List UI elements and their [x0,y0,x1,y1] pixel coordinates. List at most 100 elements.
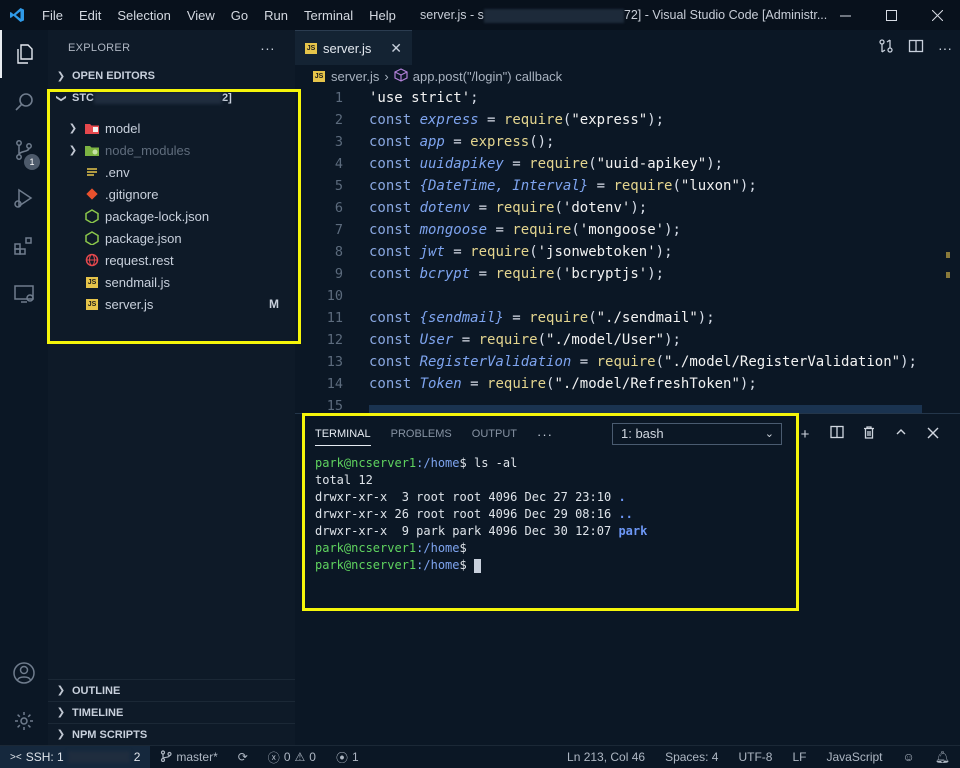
feedback-icon[interactable]: ☺ [893,750,925,764]
line-number: 8 [334,244,343,260]
code-line: 5 const {DateTime, Interval} = require("l… [295,175,960,197]
menu-go[interactable]: Go [223,8,256,23]
status-bar: >< SSH: 1 2 master* ⟳ ⓧ 0 ⚠ 0 ⦿ 1 Ln 213… [0,745,960,768]
run-debug-icon[interactable] [0,174,48,222]
remote-explorer-icon[interactable] [0,270,48,318]
code-line: 6 const dotenv = require('dotenv'); [295,197,960,219]
panel-actions: + [795,423,943,445]
close-panel-icon[interactable] [923,426,943,443]
line-ending[interactable]: LF [782,750,816,764]
code-line: 2 const express = require("express"); [295,109,960,131]
search-icon[interactable] [0,78,48,126]
ports-indicator[interactable]: ⦿ 1 [326,749,369,766]
code-line: 3 const app = express(); [295,131,960,153]
line-number: 4 [334,156,343,172]
timeline-section[interactable]: ❯ TIMELINE [48,701,295,723]
menu-edit[interactable]: Edit [71,8,109,23]
editor-area: JS server.js ✕ ··· JS server.js › app.po… [295,30,960,414]
remote-indicator[interactable]: >< SSH: 1 2 [0,745,151,768]
code-line: 11 const {sendmail} = require("./sendmail… [295,307,960,329]
js-icon: JS [313,70,325,82]
npm-scripts-label: NPM SCRIPTS [72,728,148,741]
antenna-icon: ⦿ [335,750,348,765]
language-mode[interactable]: JavaScript [816,750,892,764]
compare-changes-icon[interactable] [878,38,894,57]
split-terminal-icon[interactable] [827,425,847,443]
maximize-panel-icon[interactable] [891,425,911,443]
outline-section[interactable]: ❯ OUTLINE [48,679,295,701]
js-icon: JS [305,42,317,54]
close-window-button[interactable] [914,0,960,30]
window-controls [822,0,960,30]
branch-name: master* [176,750,218,764]
source-control-icon[interactable]: 1 [0,126,48,174]
remote-label-suffix: 2 [133,750,141,764]
menu-selection[interactable]: Selection [109,8,178,23]
chevron-right-icon: › [384,68,389,84]
window-title: server.js - s 72] - Visual Studio Code [A… [420,0,827,30]
scm-badge: 1 [24,154,40,170]
line-number: 6 [334,200,343,216]
problems-indicator[interactable]: ⓧ 0 ⚠ 0 [258,749,326,766]
breadcrumb-file[interactable]: server.js [331,69,379,84]
editor-tab-bar: JS server.js ✕ ··· [295,30,960,65]
code-line: 7 const mongoose = require('mongoose'); [295,219,960,241]
line-number: 11 [326,310,343,326]
extensions-icon[interactable] [0,222,48,270]
menu-terminal[interactable]: Terminal [296,8,361,23]
sidebar-bottom-sections: ❯ OUTLINE ❯ TIMELINE ❯ NPM SCRIPTS [48,679,295,745]
split-editor-icon[interactable] [908,38,924,57]
cube-icon [394,67,408,85]
menu-help[interactable]: Help [361,8,404,23]
activity-bar: 1 [0,30,48,745]
tab-server-js[interactable]: JS server.js ✕ [295,30,412,65]
account-icon[interactable] [0,649,48,697]
minimize-button[interactable] [822,0,868,30]
error-count: 0 [283,750,291,764]
more-actions-icon[interactable]: ··· [938,40,952,56]
scrollbar-marker [946,252,950,258]
explorer-icon[interactable] [0,30,48,78]
chevron-right-icon: ❯ [56,685,66,696]
activity-bottom [0,649,48,745]
sync-button[interactable]: ⟳ [228,750,258,764]
warning-icon: ⚠ [294,750,306,764]
line-number: 12 [326,332,343,348]
code-line: 14 const Token = require("./model/Refresh… [295,373,960,395]
explorer-header: EXPLORER ··· [48,30,295,65]
breadcrumb: JS server.js › app.post("/login") callba… [295,65,960,87]
chevron-right-icon: ❯ [56,707,66,718]
line-number: 1 [334,90,343,106]
menu-view[interactable]: View [179,8,223,23]
tab-label: server.js [323,40,372,56]
code-line: 12 const User = require("./model/User"); [295,329,960,351]
trash-icon[interactable] [859,425,879,443]
close-tab-icon[interactable]: ✕ [390,40,402,57]
cursor-position[interactable]: Ln 213, Col 46 [557,750,655,764]
outline-label: OUTLINE [72,684,121,697]
open-editors-section[interactable]: ❯ OPEN EDITORS [48,65,295,87]
line-number: 7 [334,222,343,238]
branch-indicator[interactable]: master* [150,749,227,765]
warning-count: 0 [309,750,316,764]
menu-file[interactable]: File [34,8,71,23]
status-right: Ln 213, Col 46 Spaces: 4 UTF-8 LF JavaSc… [557,750,960,764]
encoding[interactable]: UTF-8 [728,750,782,764]
notifications-bell-icon[interactable]: 🔔︎ [925,750,960,764]
line-number: 9 [334,266,343,282]
breadcrumb-symbol[interactable]: app.post("/login") callback [413,69,562,84]
highlight-box-explorer [47,89,301,344]
npm-scripts-section[interactable]: ❯ NPM SCRIPTS [48,723,295,745]
indentation[interactable]: Spaces: 4 [655,750,728,764]
redacted-host [483,8,624,23]
menu-bar: File Edit Selection View Go Run Terminal… [34,0,404,30]
ports-count: 1 [351,750,359,764]
line-number: 10 [326,288,343,304]
code-editor[interactable]: 1'use strict'; 2 const express = require(… [295,87,960,414]
maximize-button[interactable] [868,0,914,30]
code-line: 4 const uuidapikey = require("uuid-apikey… [295,153,960,175]
explorer-more-button[interactable]: ··· [260,40,275,56]
manage-gear-icon[interactable] [0,697,48,745]
code-line: 10 [295,285,960,307]
menu-run[interactable]: Run [256,8,296,23]
